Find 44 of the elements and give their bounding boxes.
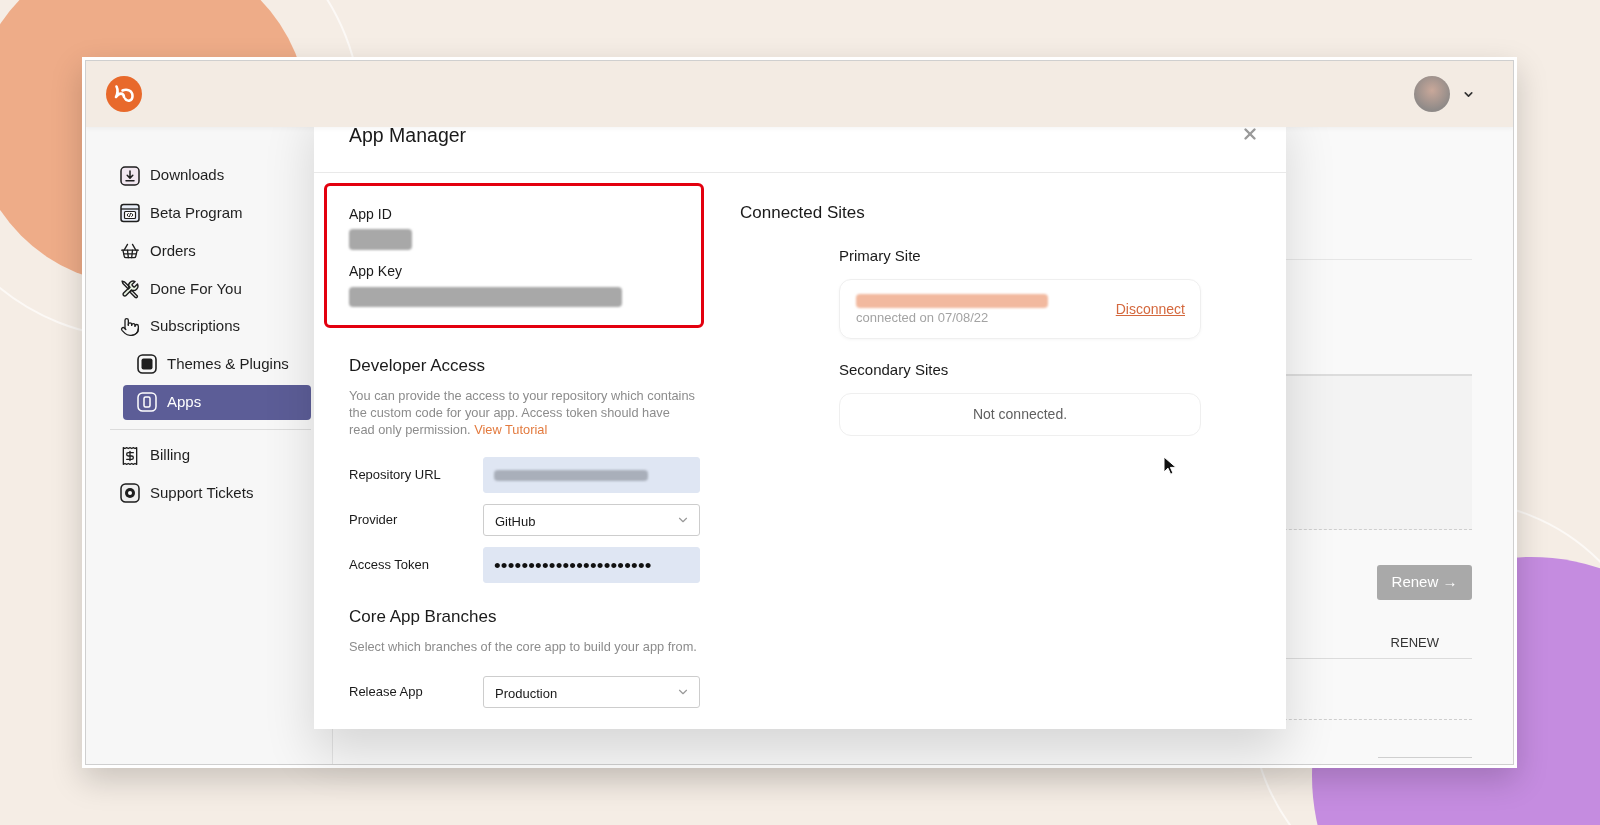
- field-label: Provider: [349, 511, 399, 530]
- phone-icon: [137, 392, 157, 412]
- section-description: You can provide the access to your repository which contains the custom code for your app. Access token should have read only permission. View Tutorial: [349, 386, 696, 438]
- dropdown[interactable]: Production: [483, 676, 700, 708]
- section-heading: Core App Branches: [349, 606, 497, 628]
- disconnect-link[interactable]: Disconnect: [1115, 298, 1185, 320]
- input-field[interactable]: [483, 457, 700, 493]
- basket-icon: [120, 241, 140, 261]
- sidebar-item[interactable]: Billing: [106, 438, 311, 473]
- empty-state: Not connected.: [839, 393, 1201, 436]
- subsection-heading: Primary Site: [839, 246, 921, 266]
- avatar[interactable]: [1414, 76, 1450, 112]
- sidebar-item[interactable]: Done For You: [106, 271, 311, 307]
- receipt-icon: [120, 445, 140, 466]
- credential-label: App ID: [349, 205, 392, 224]
- section-heading: Developer Access: [349, 355, 486, 377]
- field-label: Release App: [349, 683, 424, 702]
- credential-label: App Key: [349, 262, 402, 281]
- sidebar-item[interactable]: Subscriptions: [106, 309, 311, 344]
- close-icon: [1241, 125, 1259, 143]
- sidebar-item[interactable]: Support Tickets: [106, 475, 311, 511]
- dialog-title: App Manager: [349, 123, 467, 149]
- connection-date: connected on 07/08/22: [856, 310, 990, 326]
- field-label: Access Token: [349, 556, 430, 575]
- ring-icon: [120, 483, 140, 504]
- sidebar-item[interactable]: Beta Program: [106, 195, 311, 231]
- subsection-heading: Secondary Sites: [839, 360, 949, 380]
- sidebar-item[interactable]: Themes & Plugins: [123, 346, 311, 382]
- section-heading: Connected Sites: [740, 202, 865, 224]
- field-label: Repository URL: [349, 466, 442, 485]
- section-description: Select which branches of the core app to build your app from.: [349, 637, 698, 655]
- download-icon: [120, 165, 140, 186]
- logo[interactable]: [106, 76, 142, 112]
- square-icon: [137, 354, 157, 375]
- sidebar-item[interactable]: Orders: [106, 233, 311, 269]
- cursor-icon: [1163, 456, 1177, 476]
- dropdown[interactable]: GitHub: [483, 504, 700, 536]
- sidebar-item[interactable]: Apps: [123, 384, 311, 420]
- code-window-icon: [120, 203, 140, 224]
- column-header: RENEW: [1390, 635, 1439, 651]
- sidebar-item[interactable]: Downloads: [106, 158, 311, 193]
- tools-icon: [120, 278, 140, 299]
- input-field[interactable]: •••••••••••••••••••••••: [483, 547, 700, 583]
- hand-pointer-icon: [120, 316, 140, 337]
